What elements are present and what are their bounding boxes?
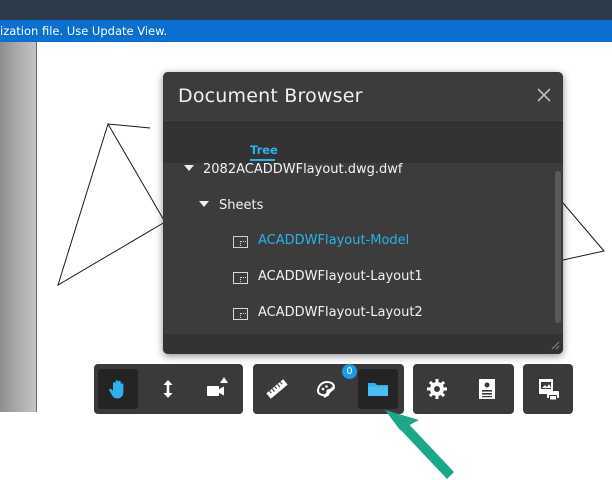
callout-arrow [385,410,454,479]
callout-arrow-shaft [397,419,454,479]
viewer-window: ization file. Use Update View. Document … [0,0,612,480]
